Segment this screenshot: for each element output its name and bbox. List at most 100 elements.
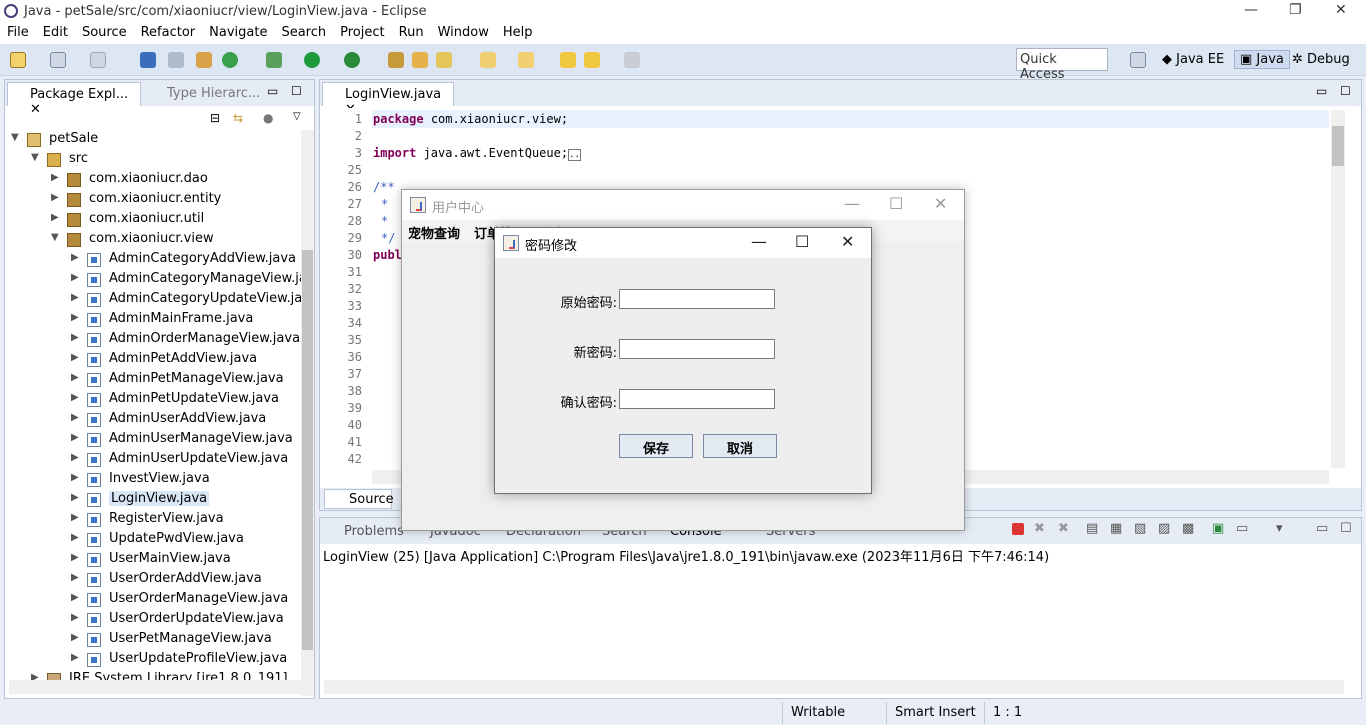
chevron-right-icon[interactable]: ▶ [71, 312, 79, 323]
open-perspective-icon[interactable] [1130, 52, 1146, 68]
menu-file[interactable]: File [0, 23, 36, 40]
refresh-icon[interactable] [222, 52, 238, 68]
cancel-button[interactable]: 取消 [703, 434, 777, 458]
menu-refactor[interactable]: Refactor [134, 23, 203, 40]
close-tab-icon[interactable]: ✕ [30, 102, 41, 117]
minimize-view-icon[interactable]: ▭ [1316, 521, 1328, 536]
tab-source[interactable]: Source [324, 489, 394, 509]
chevron-right-icon[interactable]: ▶ [71, 372, 79, 383]
code-line-class[interactable]: publ [373, 248, 402, 262]
tab-type-hierarchy[interactable]: Type Hierarc... [147, 82, 266, 101]
menu-help[interactable]: Help [496, 23, 540, 40]
maximize-icon[interactable]: ☐ [795, 232, 809, 251]
new-password-field[interactable] [619, 339, 775, 359]
tab-problems[interactable]: Problems [344, 524, 404, 539]
chevron-down-icon[interactable]: ▼ [11, 132, 19, 143]
tab-loginview-java[interactable]: LoginView.java ✕ [322, 82, 454, 117]
old-password-field[interactable] [619, 289, 775, 309]
close-icon[interactable]: ✕ [934, 194, 947, 213]
perspective-debug[interactable]: ✲ Debug [1292, 52, 1350, 67]
code-line-package[interactable]: package com.xiaoniucr.view; [373, 112, 568, 126]
save-all-icon[interactable] [90, 52, 106, 68]
focus-icon[interactable]: ● [263, 111, 273, 125]
open-folder-icon[interactable] [412, 52, 428, 68]
chevron-right-icon[interactable]: ▶ [71, 512, 79, 523]
chevron-right-icon[interactable]: ▶ [71, 252, 79, 263]
chevron-right-icon[interactable]: ▶ [71, 292, 79, 303]
menu-search[interactable]: Search [274, 23, 333, 40]
back-icon[interactable] [584, 52, 600, 68]
menu-pet-query[interactable]: 宠物查询 [408, 223, 460, 242]
horizontal-scrollbar[interactable] [324, 680, 1344, 694]
menu-navigate[interactable]: Navigate [202, 23, 274, 40]
perspective-java-ee[interactable]: ◆ Java EE [1162, 52, 1224, 67]
chevron-right-icon[interactable]: ▶ [71, 412, 79, 423]
menu-run[interactable]: Run [392, 23, 431, 40]
chevron-right-icon[interactable]: ▶ [71, 332, 79, 343]
minimize-icon[interactable]: — [1244, 2, 1258, 18]
maximize-view-icon[interactable]: ☐ [291, 84, 302, 98]
maximize-view-icon[interactable]: ☐ [1340, 84, 1351, 98]
run-external-icon[interactable] [344, 52, 360, 68]
confirm-password-field[interactable] [619, 389, 775, 409]
display-console-icon[interactable]: ▩ [1182, 521, 1194, 536]
quick-access-input[interactable]: Quick Access [1016, 48, 1108, 82]
search-wand-icon[interactable] [436, 52, 452, 68]
skip-breakpoints-icon[interactable] [168, 52, 184, 68]
horizontal-scrollbar[interactable] [9, 680, 301, 694]
terminate-icon[interactable] [1012, 523, 1024, 535]
console-menu-icon[interactable]: ▾ [1276, 521, 1283, 536]
chevron-right-icon[interactable]: ▶ [71, 492, 79, 503]
menu-window[interactable]: Window [431, 23, 496, 40]
chevron-down-icon[interactable]: ▼ [31, 152, 39, 163]
tab-package-explorer[interactable]: Package Expl... ✕ [7, 82, 141, 117]
minimize-icon[interactable]: — [844, 194, 860, 213]
build-icon[interactable] [196, 52, 212, 68]
remove-all-icon[interactable]: ✖ [1058, 521, 1069, 536]
chevron-right-icon[interactable]: ▶ [71, 272, 79, 283]
remove-launch-icon[interactable]: ✖ [1034, 521, 1045, 536]
chevron-right-icon[interactable]: ▶ [71, 532, 79, 543]
save-button[interactable]: 保存 [619, 434, 693, 458]
minimize-view-icon[interactable]: ▭ [267, 84, 278, 98]
minimize-view-icon[interactable]: ▭ [1316, 84, 1327, 98]
chevron-right-icon[interactable]: ▶ [71, 432, 79, 443]
chevron-right-icon[interactable]: ▶ [71, 352, 79, 363]
menu-project[interactable]: Project [333, 23, 391, 40]
save-icon[interactable] [50, 52, 66, 68]
perspective-java[interactable]: ▣ Java [1234, 50, 1290, 69]
next-annotation-icon[interactable] [480, 52, 496, 68]
chevron-right-icon[interactable]: ▶ [71, 452, 79, 463]
open-console-icon[interactable]: ▣ [1212, 521, 1224, 536]
chevron-right-icon[interactable]: ▶ [51, 212, 59, 223]
pin-console-icon[interactable]: ▨ [1158, 521, 1170, 536]
menu-edit[interactable]: Edit [36, 23, 75, 40]
last-edit-icon[interactable] [560, 52, 576, 68]
view-menu-icon[interactable]: ▽ [293, 111, 301, 122]
minimize-icon[interactable]: — [751, 232, 767, 251]
chevron-right-icon[interactable]: ▶ [71, 472, 79, 483]
forward-icon[interactable] [624, 52, 640, 68]
link-editor-icon[interactable]: ⇆ [233, 111, 243, 125]
chevron-right-icon[interactable]: ▶ [71, 632, 79, 643]
menu-source[interactable]: Source [75, 23, 134, 40]
scrollbar-thumb[interactable] [302, 250, 313, 650]
chevron-right-icon[interactable]: ▶ [71, 572, 79, 583]
chevron-right-icon[interactable]: ▶ [71, 392, 79, 403]
chevron-right-icon[interactable]: ▶ [71, 592, 79, 603]
restore-icon[interactable]: ❐ [1289, 2, 1302, 18]
chevron-right-icon[interactable]: ▶ [51, 172, 59, 183]
chevron-right-icon[interactable]: ▶ [51, 192, 59, 203]
scrollbar-thumb[interactable] [1332, 126, 1344, 166]
prev-annotation-icon[interactable] [518, 52, 534, 68]
run-icon[interactable] [304, 52, 320, 68]
new-console-icon[interactable]: ▭ [1236, 521, 1248, 536]
chevron-down-icon[interactable]: ▼ [51, 232, 59, 243]
open-type-icon[interactable] [388, 52, 404, 68]
chevron-right-icon[interactable]: ▶ [71, 612, 79, 623]
close-icon[interactable]: ✕ [841, 232, 854, 251]
chevron-right-icon[interactable]: ▶ [71, 552, 79, 563]
debug-icon[interactable] [266, 52, 282, 68]
maximize-icon[interactable]: ☐ [889, 194, 903, 213]
chevron-right-icon[interactable]: ▶ [71, 652, 79, 663]
